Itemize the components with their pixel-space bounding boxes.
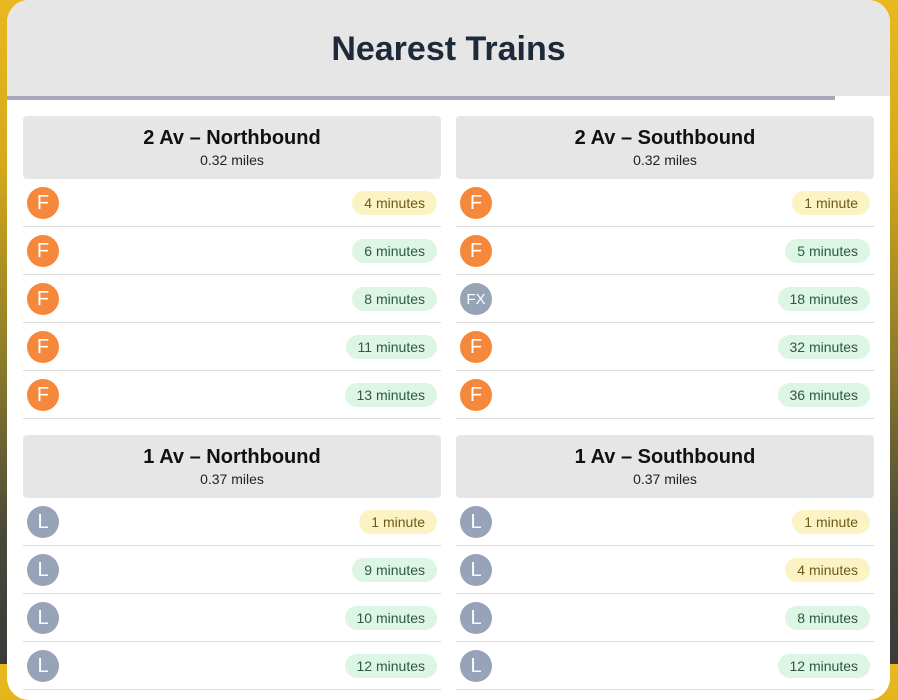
line-bullet-icon: F — [27, 283, 59, 315]
line-bullet-icon: F — [27, 187, 59, 219]
train-row[interactable]: F 6 minutes — [23, 227, 441, 275]
train-row[interactable]: L 4 minutes — [456, 546, 874, 594]
train-list: F 4 minutes F 6 minutes F 8 minutes F 11 minute… — [23, 179, 441, 419]
train-row[interactable]: F 36 minutes — [456, 371, 874, 419]
train-row[interactable]: L 12 minutes — [23, 642, 441, 690]
arrival-time-badge: 1 minute — [792, 191, 870, 215]
section-title: 2 Av – Southbound — [574, 127, 756, 149]
section-title: 1 Av – Northbound — [143, 446, 321, 468]
line-bullet-icon: F — [27, 379, 59, 411]
line-bullet-icon: F — [27, 235, 59, 267]
arrival-time-badge: 8 minutes — [785, 606, 870, 630]
arrival-time-badge: 1 minute — [792, 510, 870, 534]
train-row[interactable]: F 11 minutes — [23, 323, 441, 371]
line-bullet-icon: L — [27, 506, 59, 538]
header-divider — [7, 96, 835, 100]
train-list: F 1 minute F 5 minutes FX 18 minutes F 32 minut… — [456, 179, 874, 419]
arrival-time-badge: 13 minutes — [344, 383, 437, 407]
line-bullet-icon: L — [27, 650, 59, 682]
line-bullet-icon: L — [27, 554, 59, 586]
arrival-time-badge: 11 minutes — [345, 335, 437, 359]
train-list: L 1 minute L 4 minutes L 8 minutes L 12 minutes — [456, 498, 874, 690]
train-row[interactable]: F 1 minute — [456, 179, 874, 227]
arrival-time-badge: 4 minutes — [352, 191, 437, 215]
train-row[interactable]: F 4 minutes — [23, 179, 441, 227]
line-bullet-icon: L — [460, 650, 492, 682]
train-row[interactable]: L 12 minutes — [456, 642, 874, 690]
station-section: 2 Av – Northbound 0.32 miles F4 minutes F… — [23, 116, 441, 419]
station-section: 2 Av – Southbound 0.32 miles F 1 minute F 5… — [456, 116, 874, 419]
trains-card: Nearest Trains 2 Av – Northbound 0.32 mi… — [7, 0, 890, 700]
arrival-time-badge: 36 minutes — [777, 383, 870, 407]
arrival-time-badge: 12 minutes — [344, 654, 437, 678]
arrival-time-badge: 4 minutes — [785, 558, 870, 582]
line-bullet-icon: F — [460, 379, 492, 411]
arrival-time-badge: 10 minutes — [344, 606, 437, 630]
line-bullet-icon: L — [27, 602, 59, 634]
train-row[interactable]: F 32 minutes — [456, 323, 874, 371]
arrival-time-badge: 5 minutes — [785, 239, 870, 263]
train-row[interactable]: L 1 minute — [456, 498, 874, 546]
train-row[interactable]: FX 18 minutes — [456, 275, 874, 323]
section-title: 2 Av – Northbound — [143, 127, 321, 149]
section-header: 1 Av – Northbound 0.37 miles — [23, 435, 441, 498]
train-row[interactable]: L 8 minutes — [456, 594, 874, 642]
section-title: 1 Av – Southbound — [574, 446, 756, 468]
section-distance: 0.37 miles — [633, 471, 697, 487]
section-header: 2 Av – Southbound 0.32 miles — [456, 116, 874, 179]
arrival-time-badge: 12 minutes — [777, 654, 870, 678]
line-bullet-icon: L — [460, 506, 492, 538]
arrival-time-badge: 9 minutes — [352, 558, 437, 582]
line-bullet-icon: FX — [460, 283, 492, 315]
section-header: 2 Av – Northbound 0.32 miles — [23, 116, 441, 179]
page-title: Nearest Trains — [331, 29, 566, 68]
section-header: 1 Av – Southbound 0.37 miles — [456, 435, 874, 498]
line-bullet-icon: F — [460, 331, 492, 363]
train-row[interactable]: L 9 minutes — [23, 546, 441, 594]
station-section: 1 Av – Southbound 0.37 miles L 1 minute L 4… — [456, 435, 874, 690]
line-bullet-icon: L — [460, 602, 492, 634]
arrival-time-badge: 1 minute — [359, 510, 437, 534]
arrival-time-badge: 18 minutes — [777, 287, 870, 311]
arrival-time-badge: 6 minutes — [352, 239, 437, 263]
line-bullet-icon: F — [460, 187, 492, 219]
line-bullet-icon: F — [27, 331, 59, 363]
line-bullet-icon: L — [460, 554, 492, 586]
train-list: L 1 minute L 9 minutes L 10 minutes L 12 minute… — [23, 498, 441, 690]
arrival-time-badge: 32 minutes — [777, 335, 870, 359]
section-distance: 0.37 miles — [200, 471, 264, 487]
arrival-time-badge: 8 minutes — [352, 287, 437, 311]
station-section: 1 Av – Northbound 0.37 miles L 1 minute L 9… — [23, 435, 441, 690]
train-row[interactable]: F 8 minutes — [23, 275, 441, 323]
line-bullet-icon: F — [460, 235, 492, 267]
train-row[interactable]: L 1 minute — [23, 498, 441, 546]
train-row[interactable]: F 5 minutes — [456, 227, 874, 275]
page-header: Nearest Trains — [7, 0, 890, 100]
train-row[interactable]: L 10 minutes — [23, 594, 441, 642]
section-distance: 0.32 miles — [200, 152, 264, 168]
train-row[interactable]: F 13 minutes — [23, 371, 441, 419]
section-distance: 0.32 miles — [633, 152, 697, 168]
